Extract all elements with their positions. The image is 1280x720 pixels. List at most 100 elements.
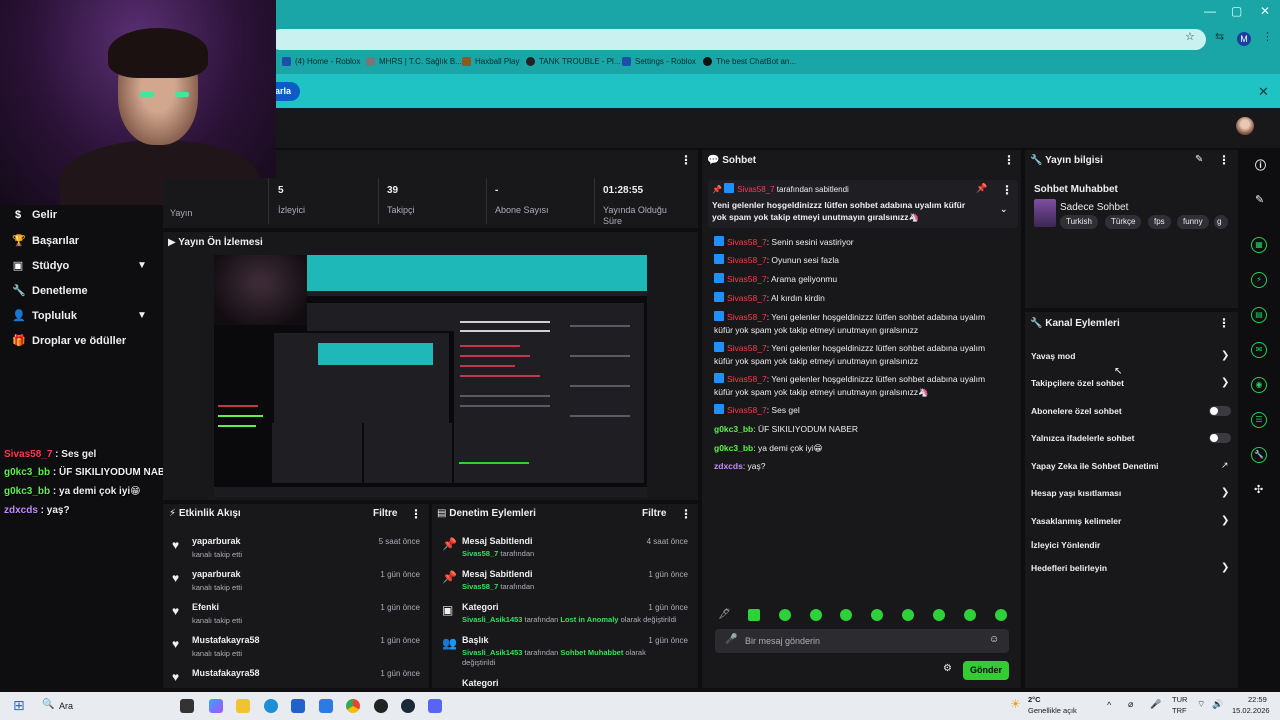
bookmark-item[interactable]: (4) Home - Roblox	[282, 57, 360, 66]
info-icon[interactable]: ⓘ	[1255, 157, 1266, 173]
chrome-icon[interactable]	[346, 699, 360, 713]
bookmark-item[interactable]: Settings - Roblox	[622, 57, 696, 66]
share-icon[interactable]: ✣	[1254, 483, 1263, 496]
chevron-right-icon[interactable]: ❯	[1221, 377, 1229, 388]
nav-item-gelir[interactable]: $ Gelir	[12, 209, 57, 221]
volume-icon[interactable]: 🔊	[1212, 699, 1223, 710]
chat-username[interactable]: g0kc3_bb	[714, 443, 753, 453]
emote-icon[interactable]	[810, 609, 822, 621]
search-icon[interactable]: 🔍	[42, 699, 54, 710]
maximize-button[interactable]: ▢	[1231, 4, 1242, 18]
chat-username[interactable]: Sivas58_7	[727, 255, 767, 265]
moderation-filter-button[interactable]: Filtre	[642, 508, 666, 519]
external-link-icon[interactable]: ↗	[1221, 460, 1229, 471]
action-ai-moderation[interactable]: Yapay Zeka ile Sohbet Denetimi	[1031, 461, 1159, 471]
stream-category[interactable]: Sadece Sohbet	[1060, 202, 1128, 213]
tag-fps[interactable]: fps	[1148, 215, 1171, 229]
chat-username[interactable]: g0kc3_bb	[714, 424, 753, 434]
taskbar-search[interactable]: Ara	[59, 701, 73, 711]
activity-user[interactable]: Efenki	[192, 602, 219, 612]
emote-icon[interactable]	[871, 609, 883, 621]
profile-avatar[interactable]: M	[1237, 32, 1251, 46]
copilot-icon[interactable]	[209, 699, 223, 713]
banner-close-icon[interactable]: ✕	[1258, 84, 1269, 100]
user-avatar[interactable]	[1236, 117, 1254, 135]
wifi-icon[interactable]: ⌔	[1197, 699, 1205, 710]
language-indicator-sub[interactable]: TRF	[1172, 706, 1187, 715]
emote-icon[interactable]	[964, 609, 976, 621]
taskview-icon[interactable]	[180, 699, 194, 713]
chevron-right-icon[interactable]: ❯	[1221, 562, 1229, 573]
send-button[interactable]: Gönder	[963, 661, 1009, 680]
discord-icon[interactable]	[428, 699, 442, 713]
nav-item-studyo[interactable]: ▣ Stüdyo	[12, 259, 69, 273]
settings-gear-icon[interactable]: ⚙	[943, 663, 952, 674]
tag-turkce[interactable]: Türkçe	[1105, 215, 1142, 229]
clock-time[interactable]: 22:59	[1248, 695, 1267, 704]
chat-username[interactable]: Sivas58_7	[727, 343, 767, 353]
microphone-icon[interactable]: 🎤	[1150, 699, 1161, 710]
nav-item-denetleme[interactable]: 🔧 Denetleme	[12, 284, 88, 298]
bookmark-item[interactable]: The best ChatBot an...	[703, 57, 796, 66]
bookmark-item[interactable]: MHRS | T.C. Sağlık B...	[366, 57, 462, 66]
activity-more-icon[interactable]: ⋮	[410, 507, 422, 521]
stats-more-icon[interactable]: ⋮	[680, 153, 692, 167]
action-followers-only[interactable]: Takipçilere özel sohbet	[1031, 378, 1124, 388]
pinned-more-icon[interactable]: ⋮	[1001, 183, 1013, 197]
edge-icon[interactable]	[264, 699, 278, 713]
chat-username[interactable]: Sivas58_7	[727, 237, 767, 247]
mail-icon[interactable]	[319, 699, 333, 713]
pin-icon[interactable]: 📌	[976, 183, 987, 194]
chat-username[interactable]: Sivas58_7	[727, 374, 767, 384]
channel-actions-more-icon[interactable]: ⋮	[1218, 316, 1230, 330]
activity-filter-button[interactable]: Filtre	[373, 508, 397, 519]
chevron-down-icon[interactable]: ⌄	[1000, 204, 1008, 215]
emote-icon[interactable]	[933, 609, 945, 621]
stream-preview-video[interactable]	[214, 255, 647, 497]
list-icon[interactable]: ☰	[1251, 412, 1267, 428]
activity-user[interactable]: Mustafakayra58	[192, 668, 260, 678]
nav-item-topluluk[interactable]: 👤 Topluluk	[12, 309, 77, 323]
action-set-goals[interactable]: Hedefleri belirleyin	[1031, 563, 1107, 573]
action-slow-mode[interactable]: Yavaş mod	[1031, 351, 1075, 361]
broadcast-icon[interactable]: ◉	[1251, 377, 1267, 393]
emote-icon[interactable]	[748, 609, 760, 621]
extensions-icon[interactable]: ⇆	[1215, 30, 1224, 43]
store-icon[interactable]	[291, 699, 305, 713]
category-thumbnail[interactable]	[1034, 199, 1056, 227]
chat-input[interactable]: 🎤 Bir mesaj gönderin ☺	[715, 629, 1009, 653]
clock-date[interactable]: 15.02.2026	[1232, 706, 1270, 715]
bookmark-item[interactable]: TANK TROUBLE - Pl...	[526, 57, 621, 66]
document-icon[interactable]: ▤	[1251, 307, 1267, 323]
chat-username[interactable]: Sivas58_7	[727, 274, 767, 284]
emoji-picker-icon[interactable]: ☺	[989, 634, 999, 645]
action-subscribers-only[interactable]: Abonelere özel sohbet	[1031, 406, 1122, 416]
wrench-icon[interactable]: 🔧	[1251, 447, 1267, 463]
stream-info-more-icon[interactable]: ⋮	[1218, 153, 1230, 167]
nav-item-droplar[interactable]: 🎁 Droplar ve ödüller	[12, 334, 126, 348]
tag-funny[interactable]: funny	[1177, 215, 1209, 229]
emote-only-toggle[interactable]	[1209, 433, 1231, 443]
chevron-down-icon[interactable]: ▼	[137, 310, 147, 321]
action-banned-words[interactable]: Yasaklanmış kelimeler	[1031, 516, 1121, 526]
emote-icon[interactable]	[840, 609, 852, 621]
network-icon[interactable]: ⌀	[1128, 699, 1133, 710]
action-emote-only[interactable]: Yalnızca ifadelerle sohbet	[1031, 433, 1134, 443]
bookmark-item[interactable]: Haxball Play	[462, 57, 519, 66]
obs-icon[interactable]	[374, 699, 388, 713]
subscribers-only-toggle[interactable]	[1209, 406, 1231, 416]
chevron-right-icon[interactable]: ❯	[1221, 487, 1229, 498]
minimize-button[interactable]: —	[1204, 4, 1216, 18]
chevron-right-icon[interactable]: ❯	[1221, 350, 1229, 361]
chat-more-icon[interactable]: ⋮	[1003, 153, 1015, 167]
clip-icon[interactable]: ▦	[1251, 237, 1267, 253]
lightning-icon[interactable]: ⚡	[1251, 272, 1267, 288]
action-raid[interactable]: İzleyici Yönlendir	[1031, 540, 1100, 550]
action-account-age[interactable]: Hesap yaşı kısıtlaması	[1031, 488, 1121, 498]
moderation-more-icon[interactable]: ⋮	[680, 507, 692, 521]
emote-icon[interactable]	[902, 609, 914, 621]
nav-item-basarilar[interactable]: 🏆 Başarılar	[12, 234, 79, 248]
chat-username[interactable]: zdxcds	[714, 461, 743, 471]
chat-username[interactable]: Sivas58_7	[727, 312, 767, 322]
emote-icon[interactable]: 🖋	[718, 609, 731, 621]
